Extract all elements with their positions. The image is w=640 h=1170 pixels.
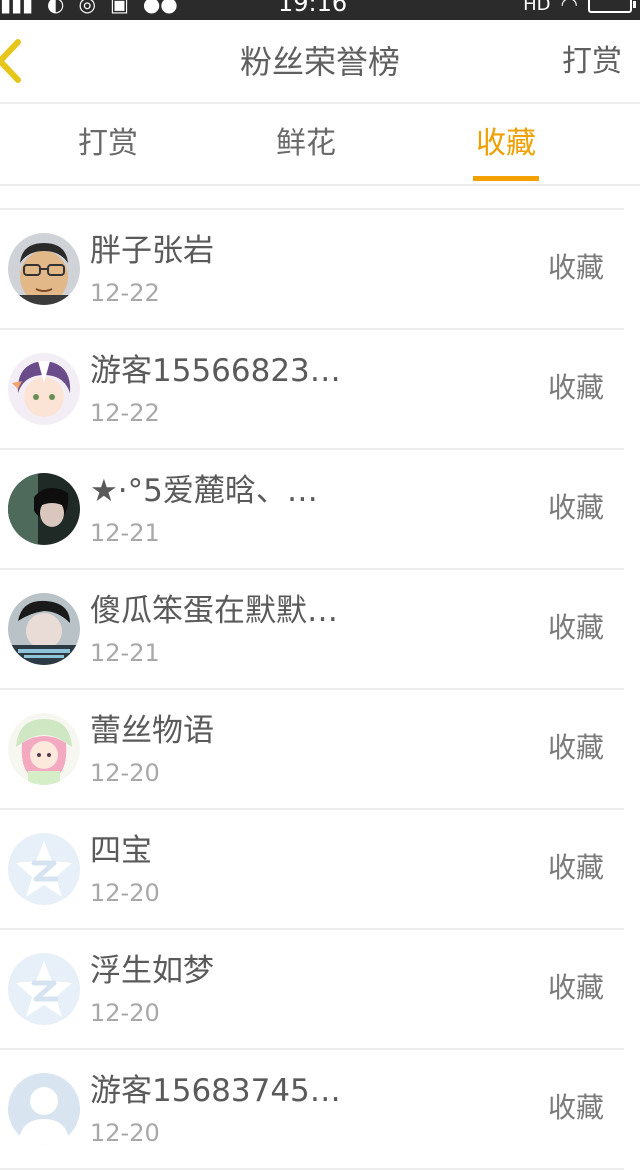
list-item[interactable]: 四宝 12-20 收藏 [0,810,624,930]
list-item[interactable]: 游客15683745… 12-20 收藏 [0,1050,624,1170]
fan-date: 12-20 [90,879,160,907]
fan-date: 12-21 [90,639,160,667]
fan-date: 12-20 [90,759,160,787]
moon-icon: ◐ [47,0,65,16]
fan-action: 收藏 [547,851,604,884]
tab-flowers[interactable]: 鲜花 [236,124,376,164]
fan-action: 收藏 [547,971,604,1004]
tab-reward[interactable]: 打赏 [38,124,178,164]
fan-date: 12-22 [90,279,160,307]
fan-name: 蕾丝物语 [90,713,214,749]
avatar [8,833,80,905]
fan-list: 胖子张岩 12-22 收藏 游客15566823… 12-22 收藏 ★·°5爱… [0,208,624,1170]
fan-name: 游客15566823… [90,353,341,389]
fan-date: 12-22 [90,399,160,427]
avatar [8,353,80,425]
battery-icon [588,0,636,13]
list-item[interactable]: 浮生如梦 12-20 收藏 [0,930,624,1050]
wifi-icon: ◠ [560,0,578,16]
tab-bar: 打赏 鲜花 收藏 [0,104,640,186]
status-right-icons: HD ◠ [523,0,636,16]
list-item[interactable]: 傻瓜笨蛋在默默… 12-21 收藏 [0,570,624,690]
status-bar: ▮▮▮ ◐ ◎ ▣ ●● 19:16 HD ◠ [0,0,640,20]
avatar [8,713,80,785]
fan-action: 收藏 [547,251,604,284]
status-left-icons: ▮▮▮ ◐ ◎ ▣ ●● [0,0,178,16]
fan-date: 12-21 [90,519,160,547]
fan-action: 收藏 [547,1091,604,1124]
navbar: 粉丝荣誉榜 打赏 [0,20,640,104]
avatar [8,1073,80,1145]
fan-action: 收藏 [547,491,604,524]
avatar [8,953,80,1025]
fan-name: 胖子张岩 [90,233,214,269]
fan-name: 浮生如梦 [90,953,214,989]
avatar [8,593,80,665]
status-time: 19:16 [278,0,348,17]
network-label: HD [523,0,551,15]
list-item[interactable]: 蕾丝物语 12-20 收藏 [0,690,624,810]
fan-date: 12-20 [90,999,160,1027]
fan-date: 12-20 [90,1119,160,1147]
signal-icon: ▮▮▮ [0,0,34,16]
fan-name: 游客15683745… [90,1073,341,1109]
wechat-icon: ●● [142,0,178,16]
page-title: 粉丝荣誉榜 [239,43,400,81]
fan-name: 四宝 [90,833,152,869]
fan-action: 收藏 [547,371,604,404]
fan-action: 收藏 [547,611,604,644]
list-item[interactable]: 游客15566823… 12-22 收藏 [0,330,624,450]
fan-action: 收藏 [547,731,604,764]
reward-button[interactable]: 打赏 [562,42,622,82]
avatar [8,233,80,305]
list-item[interactable]: 胖子张岩 12-22 收藏 [0,210,624,330]
fan-name: 傻瓜笨蛋在默默… [90,593,338,629]
tab-favorites[interactable]: 收藏 [436,124,576,164]
avatar [8,473,80,545]
location-icon: ◎ [78,0,96,16]
list-item[interactable]: ★·°5爱麓晗、… 12-21 收藏 [0,450,624,570]
fan-name: ★·°5爱麓晗、… [90,473,318,509]
sim-icon: ▣ [109,0,129,16]
active-tab-indicator [473,176,539,181]
